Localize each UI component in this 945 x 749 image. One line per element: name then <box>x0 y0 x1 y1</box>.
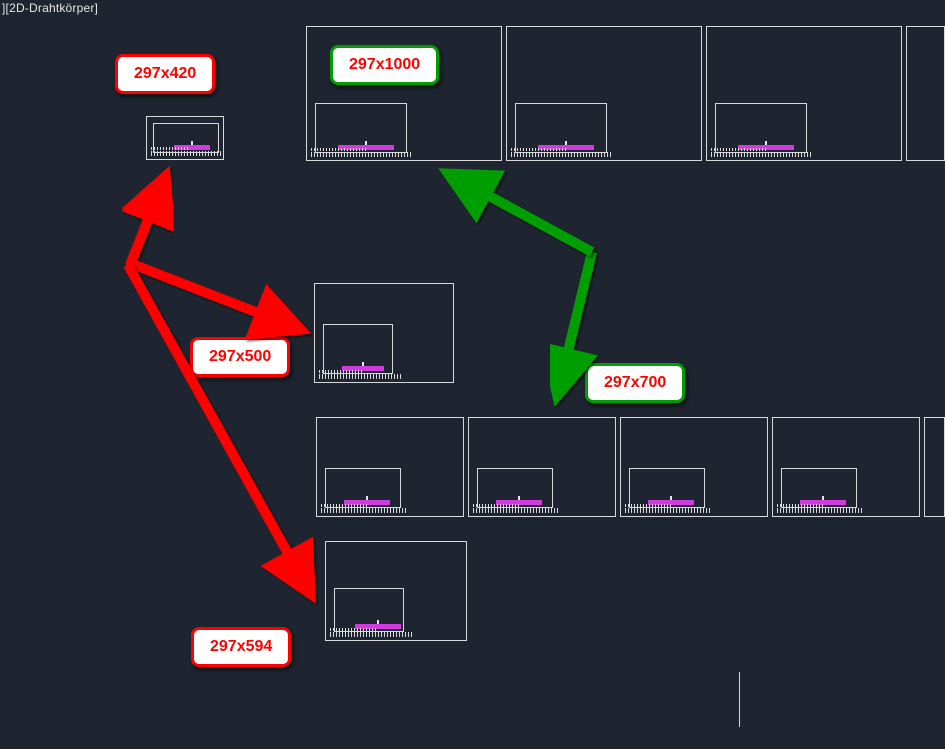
label-500: 297x500 <box>190 337 290 377</box>
frame-1000-2[interactable] <box>506 26 702 161</box>
frame-1000-3[interactable] <box>706 26 902 161</box>
title-block <box>321 508 407 513</box>
arrow-to-500 <box>127 262 302 330</box>
title-block-upper <box>319 370 364 373</box>
viewport <box>715 103 807 153</box>
arrow-green-up <box>447 173 592 252</box>
frame-420[interactable] <box>146 116 224 160</box>
title-block <box>151 151 221 156</box>
arrow-to-594 <box>128 265 311 595</box>
title-block <box>311 152 411 157</box>
title-block <box>625 508 711 513</box>
title-block-upper <box>311 148 366 151</box>
viewport <box>315 103 407 153</box>
title-block <box>330 632 414 637</box>
title-block <box>711 152 811 157</box>
label-700: 297x700 <box>585 363 685 403</box>
viewport <box>477 468 553 508</box>
label-594: 297x594 <box>191 627 291 667</box>
frame-700-4[interactable] <box>772 417 920 517</box>
viewport <box>629 468 705 508</box>
stray-line <box>739 672 740 727</box>
title-block-upper <box>330 628 376 631</box>
viewport <box>325 468 401 508</box>
frame-700-1[interactable] <box>316 417 464 517</box>
title-block-upper <box>511 148 566 151</box>
title-block-upper <box>625 504 672 507</box>
frame-594[interactable] <box>325 541 467 641</box>
title-block <box>319 374 401 379</box>
frame-500[interactable] <box>314 283 454 383</box>
title-block <box>511 152 611 157</box>
arrow-to-420 <box>130 175 166 265</box>
window-title: ][2D-Drahtkörper] <box>0 0 100 16</box>
title-block-upper <box>321 504 368 507</box>
viewport <box>781 468 857 508</box>
cad-canvas[interactable]: ][2D-Drahtkörper] 297x420 297x1000 297x5… <box>0 0 945 749</box>
label-420: 297x420 <box>115 54 215 94</box>
frame-700-5[interactable] <box>924 417 945 517</box>
title-block-upper <box>473 504 520 507</box>
title-block <box>473 508 559 513</box>
viewport <box>515 103 607 153</box>
frame-700-3[interactable] <box>620 417 768 517</box>
title-block-upper <box>151 147 190 150</box>
label-1000: 297x1000 <box>330 45 439 85</box>
title-block-upper <box>777 504 824 507</box>
viewport <box>323 324 393 374</box>
frame-1000-4[interactable] <box>906 26 945 161</box>
viewport <box>334 588 404 632</box>
title-block <box>777 508 863 513</box>
frame-700-2[interactable] <box>468 417 616 517</box>
title-block-upper <box>711 148 766 151</box>
